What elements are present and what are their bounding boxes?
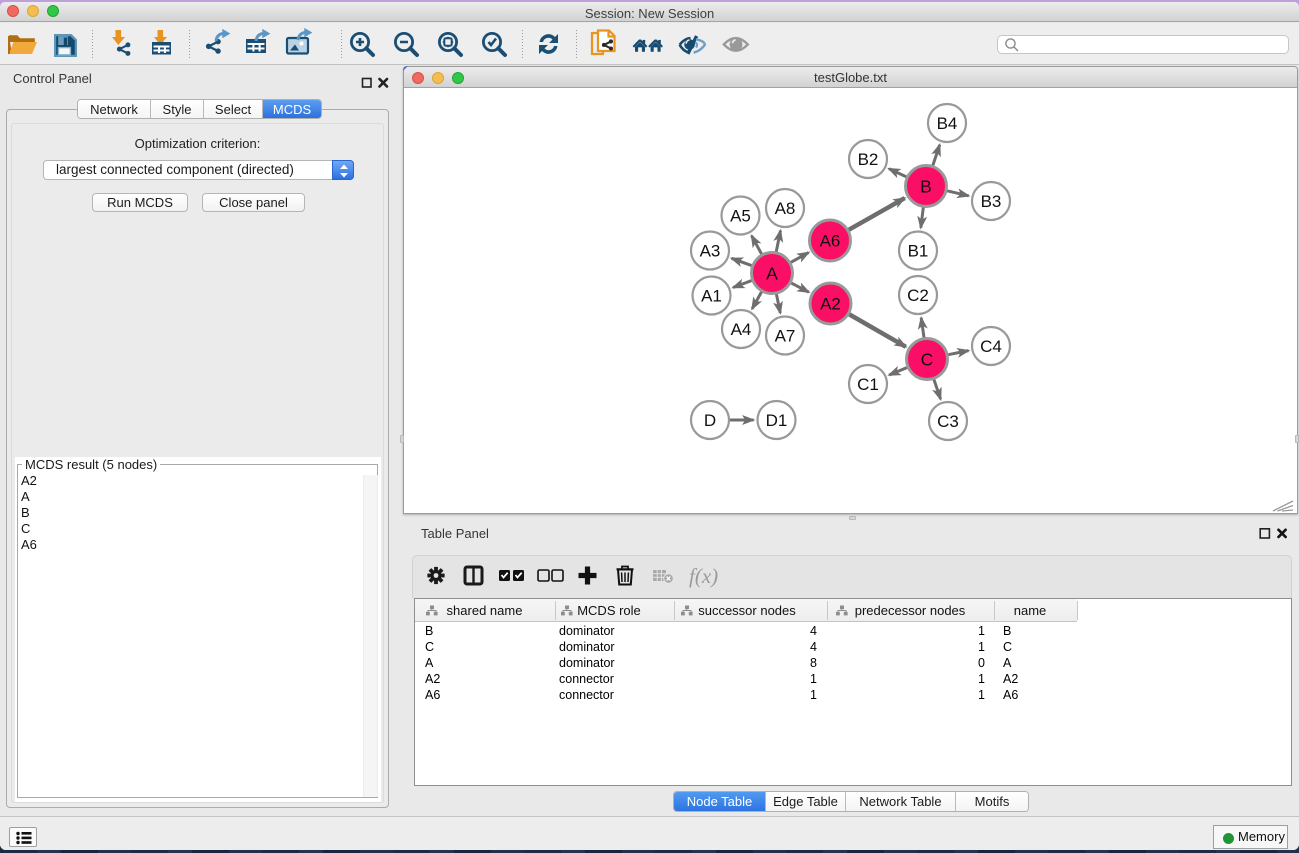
svg-text:A3: A3 bbox=[700, 242, 721, 261]
svg-text:D: D bbox=[704, 411, 716, 430]
svg-text:C: C bbox=[921, 350, 934, 370]
svg-text:C3: C3 bbox=[937, 412, 959, 431]
svg-text:B3: B3 bbox=[981, 192, 1002, 211]
svg-text:A5: A5 bbox=[730, 207, 751, 226]
svg-text:C4: C4 bbox=[980, 337, 1002, 356]
svg-text:B2: B2 bbox=[858, 150, 879, 169]
svg-text:B4: B4 bbox=[937, 114, 958, 133]
svg-text:A7: A7 bbox=[775, 327, 796, 346]
svg-text:B: B bbox=[920, 177, 932, 197]
svg-text:A8: A8 bbox=[775, 199, 796, 218]
svg-text:f(x): f(x) bbox=[689, 564, 718, 588]
svg-text:A1: A1 bbox=[701, 287, 722, 306]
svg-text:C2: C2 bbox=[907, 286, 929, 305]
svg-text:B1: B1 bbox=[908, 242, 929, 261]
svg-text:A6: A6 bbox=[820, 232, 841, 251]
svg-text:D1: D1 bbox=[766, 411, 788, 430]
svg-text:A4: A4 bbox=[731, 320, 752, 339]
svg-text:C1: C1 bbox=[857, 375, 879, 394]
svg-text:A: A bbox=[766, 264, 778, 284]
svg-text:A2: A2 bbox=[820, 295, 841, 314]
